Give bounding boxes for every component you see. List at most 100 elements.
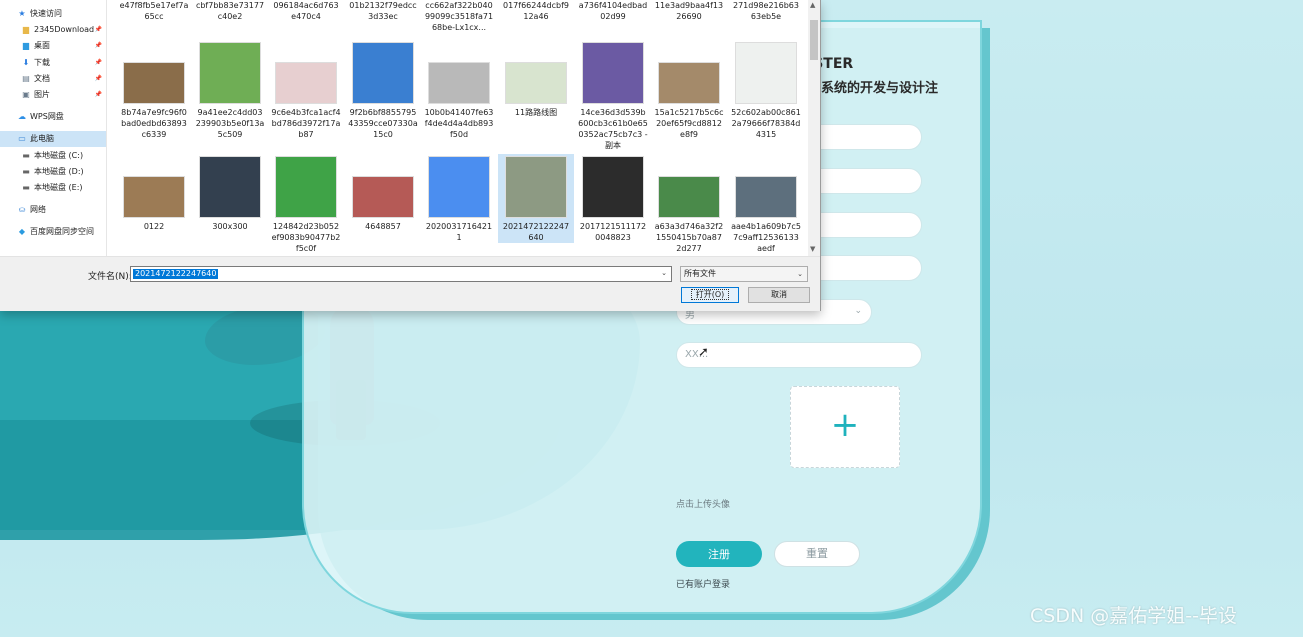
file-thumbnail	[735, 42, 797, 104]
file-item[interactable]: 11e3ad9baa4f1326690	[651, 0, 727, 22]
file-item[interactable]: 20200317164211	[421, 154, 497, 243]
sidebar-item[interactable]: ▆ 2345Download 📌	[0, 22, 106, 38]
download-icon: ⬇	[22, 58, 30, 67]
sidebar-item[interactable]: ☁ WPS网盘	[0, 109, 106, 125]
file-item[interactable]: 271d98e216b6363eb5e	[728, 0, 804, 22]
file-item[interactable]: cc662af322b04099099c3518fa7168be-Lx1cx..…	[421, 0, 497, 33]
sidebar-item-label: 本地磁盘 (D:)	[34, 167, 84, 176]
file-item[interactable]: 4648857	[345, 154, 421, 232]
file-item[interactable]: 52c602ab00c8612a79666f78384d4315	[728, 40, 804, 140]
sidebar-item-label: WPS网盘	[30, 112, 64, 121]
register-button[interactable]: 注册	[676, 541, 762, 567]
sidebar-item-label: 本地磁盘 (C:)	[34, 151, 84, 160]
sidebar-item-label: 网络	[30, 205, 46, 214]
dialog-footer: 文件名(N): 2021472122247640 ⌄ 所有文件 ⌄ 打开(O) …	[0, 256, 820, 311]
desktop-icon: ▆	[22, 41, 30, 50]
file-item[interactable]: 20171215111720048823	[575, 154, 651, 243]
file-item[interactable]: 0122	[116, 154, 192, 232]
file-name: e47f8fb5e17ef7a65cc	[119, 1, 189, 21]
login-link[interactable]: 已有账户登录	[676, 577, 730, 590]
file-thumbnail	[123, 176, 185, 218]
sidebar-item[interactable]: ▬ 本地磁盘 (E:)	[0, 180, 106, 196]
file-item[interactable]: 300x300	[192, 154, 268, 232]
plus-icon: +	[830, 405, 860, 445]
sidebar-item[interactable]: ▆ 桌面 📌	[0, 38, 106, 54]
file-thumbnail	[275, 156, 337, 218]
file-item[interactable]: aae4b1a609b7c57c9aff12536133aedf	[728, 154, 804, 254]
file-name: 017f66244dcbf912a46	[503, 1, 569, 21]
open-button[interactable]: 打开(O)	[681, 287, 739, 303]
sidebar-item-label: 快速访问	[30, 9, 62, 18]
file-name: a736f4104edbad02d99	[578, 1, 648, 21]
mouse-cursor-icon: ➚	[698, 345, 709, 360]
avatar-upload[interactable]: +	[790, 386, 900, 468]
pin-icon: 📌	[94, 26, 102, 33]
file-item[interactable]: cbf7bb83e73177c40e2	[192, 0, 268, 22]
file-grid: e47f8fb5e17ef7a65cc cbf7bb83e73177c40e2 09…	[108, 0, 808, 256]
file-thumbnail	[352, 176, 414, 218]
file-thumbnail	[123, 62, 185, 104]
file-item[interactable]: 10b0b41407fe63f4de4d4a4db893f50d	[421, 40, 497, 140]
cancel-button[interactable]: 取消	[748, 287, 810, 303]
file-thumbnail	[352, 42, 414, 104]
sidebar-item[interactable]: ◆ 百度网盘同步空间	[0, 224, 106, 240]
file-name: 20171215111720048823	[579, 222, 647, 242]
sidebar-item-label: 百度网盘同步空间	[30, 227, 94, 236]
sidebar-item[interactable]: ▬ 本地磁盘 (C:)	[0, 148, 106, 164]
file-item[interactable]: 9a41ee2c4dd03239903b5e0f13a5c509	[192, 40, 268, 140]
form-subtitle: 理系统的开发与设计注	[808, 81, 939, 96]
file-thumbnail	[199, 42, 261, 104]
file-thumbnail	[505, 62, 567, 104]
file-item[interactable]: a63a3d746a32f21550415b70a872d277	[651, 154, 727, 254]
cloud-icon: ☁	[18, 112, 26, 121]
file-item[interactable]: 01b2132f79edcc3d33ec	[345, 0, 421, 22]
sidebar-item[interactable]: ▣ 图片 📌	[0, 87, 106, 103]
file-name: 15a1c5217b5c6c20ef65f9cd8812e8f9	[654, 108, 724, 139]
sidebar-item-label: 2345Download	[34, 25, 95, 34]
sidebar-item-label: 下载	[34, 58, 50, 67]
file-item[interactable]: e47f8fb5e17ef7a65cc	[116, 0, 192, 22]
sidebar-item-label: 此电脑	[30, 134, 54, 143]
file-name: 11路路线图	[514, 108, 558, 117]
filename-input[interactable]: 2021472122247640 ⌄	[130, 266, 672, 282]
file-name: 124842d23b052ef9083b90477b2f5c0f	[271, 222, 341, 253]
file-item[interactable]: a736f4104edbad02d99	[575, 0, 651, 22]
file-item[interactable]: 017f66244dcbf912a46	[498, 0, 574, 22]
chevron-up-icon[interactable]: ▲	[810, 1, 815, 9]
file-name: 0122	[143, 222, 165, 231]
reset-button[interactable]: 重置	[774, 541, 860, 567]
folder-icon: ▆	[22, 25, 30, 34]
sidebar-item[interactable]: ▤ 文档 📌	[0, 71, 106, 87]
chevron-down-icon: ⌄	[854, 306, 862, 316]
filetype-value: 所有文件	[684, 269, 716, 278]
chevron-down-icon[interactable]: ⌄	[661, 269, 667, 277]
filetype-select[interactable]: 所有文件 ⌄	[680, 266, 808, 282]
file-item[interactable]: 9c6e4b3fca1acf4bd786d3972f17ab87	[268, 40, 344, 140]
sidebar-item-label: 图片	[34, 90, 50, 99]
dialog-sidebar: ★ 快速访问 ▆ 2345Download 📌 ▆ 桌面 📌 ⬇ 下载 📌 ▤ 文档 📌 ▣ 图片 📌 ☁ WPS网…	[0, 0, 107, 256]
sidebar-item[interactable]: ⛀ 网络	[0, 202, 106, 218]
star-icon: ★	[18, 9, 26, 18]
sidebar-item[interactable]: ★ 快速访问	[0, 6, 106, 22]
sidebar-item-label: 桌面	[34, 41, 50, 50]
file-name: 271d98e216b6363eb5e	[733, 1, 799, 21]
file-item[interactable]: 8b74a7e9fc96f0bad0edbd63893c6339	[116, 40, 192, 140]
file-thumbnail	[582, 42, 644, 104]
sidebar-item[interactable]: ▬ 本地磁盘 (D:)	[0, 164, 106, 180]
sidebar-item[interactable]: ⬇ 下载 📌	[0, 55, 106, 71]
file-item[interactable]: 9f2b6bf885579543359cce07330a15c0	[345, 40, 421, 140]
chevron-down-icon[interactable]: ▼	[810, 245, 815, 253]
scroll-thumb[interactable]	[810, 20, 818, 60]
file-item[interactable]: 14ce36d3d539b600cb3c61b0e650352ac75cb7c3…	[575, 40, 651, 151]
picture-icon: ▣	[22, 90, 30, 99]
file-grid-scrollbar[interactable]: ▲ ▼	[808, 0, 820, 256]
file-item[interactable]: 2021472122247640	[498, 154, 574, 243]
age-input[interactable]: XX...	[676, 342, 922, 368]
file-item[interactable]: 11路路线图	[498, 40, 574, 118]
file-item[interactable]: 124842d23b052ef9083b90477b2f5c0f	[268, 154, 344, 254]
file-item[interactable]: 096184ac6d763e470c4	[268, 0, 344, 22]
file-item[interactable]: 15a1c5217b5c6c20ef65f9cd8812e8f9	[651, 40, 727, 140]
sidebar-item[interactable]: ▭ 此电脑	[0, 131, 106, 147]
open-button-label: 打开(O)	[690, 289, 730, 300]
file-name: 10b0b41407fe63f4de4d4a4db893f50d	[424, 108, 494, 139]
